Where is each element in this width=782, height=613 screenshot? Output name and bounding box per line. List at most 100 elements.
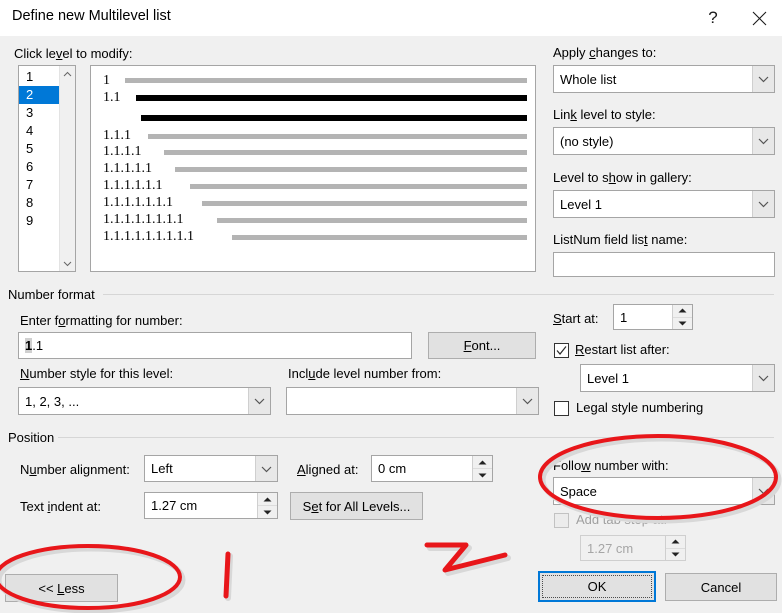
font-button[interactable]: Font... bbox=[428, 332, 536, 359]
number-alignment-label: Number alignment: bbox=[20, 462, 130, 477]
ok-button-label: OK bbox=[542, 575, 652, 598]
add-tab-stop-decrement-button[interactable] bbox=[666, 548, 685, 560]
include-level-label: Include level number from: bbox=[288, 366, 442, 381]
level-list-item-9[interactable]: 9 bbox=[19, 212, 59, 230]
chevron-down-icon bbox=[758, 76, 769, 83]
restart-list-arrow[interactable] bbox=[752, 365, 774, 391]
add-tab-stop-spin-buttons[interactable] bbox=[665, 536, 685, 560]
add-tab-stop-spinner[interactable]: 1.27 cm bbox=[580, 535, 686, 561]
level-list-item-2[interactable]: 2 bbox=[19, 86, 59, 104]
start-at-spin-buttons[interactable] bbox=[672, 305, 692, 329]
include-level-arrow[interactable] bbox=[516, 388, 538, 414]
preview-number-7: 1.1.1.1.1.1.1 bbox=[103, 195, 173, 210]
level-list-item-1[interactable]: 1 bbox=[19, 68, 59, 86]
close-x-icon bbox=[752, 11, 766, 25]
text-indent-spinner[interactable]: 1.27 cm bbox=[144, 492, 278, 519]
restart-list-checkbox[interactable] bbox=[554, 343, 569, 358]
number-alignment-arrow[interactable] bbox=[255, 456, 277, 481]
cancel-button[interactable]: Cancel bbox=[665, 573, 777, 601]
close-button[interactable] bbox=[736, 0, 782, 36]
help-button[interactable]: ? bbox=[690, 0, 736, 36]
level-list-item-8[interactable]: 8 bbox=[19, 194, 59, 212]
scroll-up-button[interactable] bbox=[63, 66, 72, 82]
listnum-input[interactable] bbox=[553, 252, 775, 277]
number-style-combo[interactable]: 1, 2, 3, ... bbox=[18, 387, 271, 415]
triangle-up-icon bbox=[678, 308, 687, 313]
preview-bar-8 bbox=[217, 218, 527, 223]
legal-style-checkbox[interactable] bbox=[554, 401, 569, 416]
number-format-group-title: Number format bbox=[8, 287, 101, 302]
preview-number-1: 1 bbox=[103, 73, 110, 88]
chevron-down-icon bbox=[758, 201, 769, 208]
number-alignment-combo[interactable]: Left bbox=[144, 455, 278, 482]
dialog-title: Define new Multilevel list bbox=[12, 8, 171, 24]
include-level-combo[interactable] bbox=[286, 387, 539, 415]
preview-number-6: 1.1.1.1.1.1 bbox=[103, 178, 163, 193]
text-indent-spin-buttons[interactable] bbox=[257, 493, 277, 518]
link-level-combo[interactable]: (no style) bbox=[553, 127, 775, 155]
restart-list-label: Restart list after: bbox=[575, 342, 670, 357]
scroll-down-button[interactable] bbox=[63, 255, 72, 271]
set-for-all-levels-button[interactable]: Set for All Levels... bbox=[290, 492, 423, 520]
gallery-level-arrow[interactable] bbox=[752, 191, 774, 217]
level-list-scrollbar[interactable] bbox=[59, 66, 75, 271]
click-level-label: Click level to modify: bbox=[14, 46, 133, 61]
chevron-down-icon bbox=[63, 261, 72, 266]
aligned-at-value: 0 cm bbox=[378, 461, 407, 476]
link-level-arrow[interactable] bbox=[752, 128, 774, 154]
enter-formatting-field-plain: .1 bbox=[32, 338, 44, 353]
listnum-label: ListNum field list name: bbox=[553, 232, 688, 247]
apply-changes-combo[interactable]: Whole list bbox=[553, 65, 775, 93]
restart-list-value: Level 1 bbox=[587, 370, 629, 386]
start-at-spinner[interactable]: 1 bbox=[613, 304, 693, 330]
preview-number-3: 1.1.1 bbox=[103, 128, 131, 143]
dialog-body: Click level to modify: 1 2 3 4 5 6 7 8 9 bbox=[0, 36, 782, 613]
preview-bar-5 bbox=[175, 167, 527, 172]
triangle-up-icon bbox=[263, 497, 272, 501]
follow-number-combo[interactable]: Space bbox=[553, 477, 775, 505]
add-tab-stop-checkbox[interactable] bbox=[554, 513, 569, 528]
link-level-value: (no style) bbox=[560, 133, 614, 149]
level-list-item-4[interactable]: 4 bbox=[19, 122, 59, 140]
level-list-item-3[interactable]: 3 bbox=[19, 104, 59, 122]
gallery-level-label: Level to show in gallery: bbox=[553, 170, 692, 185]
level-list-item-6[interactable]: 6 bbox=[19, 158, 59, 176]
level-list-item-7[interactable]: 7 bbox=[19, 176, 59, 194]
start-at-increment-button[interactable] bbox=[673, 305, 692, 318]
add-tab-stop-increment-button[interactable] bbox=[666, 536, 685, 549]
number-style-value: 1, 2, 3, ... bbox=[25, 393, 80, 409]
aligned-at-increment-button[interactable] bbox=[473, 456, 492, 469]
chevron-down-icon bbox=[254, 398, 265, 405]
enter-formatting-label: Enter formatting for number: bbox=[20, 313, 183, 328]
enter-formatting-input[interactable]: 1.1 bbox=[18, 332, 412, 359]
apply-changes-arrow[interactable] bbox=[752, 66, 774, 92]
number-style-arrow[interactable] bbox=[248, 388, 270, 414]
aligned-at-label: Aligned at: bbox=[297, 462, 359, 477]
start-at-decrement-button[interactable] bbox=[673, 317, 692, 329]
preview-bar-1 bbox=[125, 78, 527, 83]
chevron-down-icon bbox=[261, 466, 272, 472]
follow-number-label: Follow number with: bbox=[553, 458, 669, 473]
triangle-down-icon bbox=[478, 473, 487, 477]
preview-bar-2b bbox=[141, 115, 527, 121]
level-list[interactable]: 1 2 3 4 5 6 7 8 9 bbox=[18, 65, 76, 272]
ok-button[interactable]: OK bbox=[538, 571, 656, 602]
text-indent-decrement-button[interactable] bbox=[258, 506, 277, 518]
less-button[interactable]: << Less bbox=[5, 574, 118, 602]
aligned-at-spin-buttons[interactable] bbox=[472, 456, 492, 481]
triangle-down-icon bbox=[678, 321, 687, 326]
chevron-down-icon bbox=[522, 398, 533, 405]
preview-number-5: 1.1.1.1.1 bbox=[103, 161, 152, 176]
text-indent-label: Text indent at: bbox=[20, 499, 101, 514]
aligned-at-decrement-button[interactable] bbox=[473, 469, 492, 481]
aligned-at-spinner[interactable]: 0 cm bbox=[371, 455, 493, 482]
gallery-level-combo[interactable]: Level 1 bbox=[553, 190, 775, 218]
preview-bar-9 bbox=[232, 235, 527, 240]
level-list-item-5[interactable]: 5 bbox=[19, 140, 59, 158]
preview-number-4: 1.1.1.1 bbox=[103, 144, 142, 159]
text-indent-increment-button[interactable] bbox=[258, 493, 277, 506]
triangle-up-icon bbox=[478, 460, 487, 464]
follow-number-arrow[interactable] bbox=[752, 478, 774, 504]
restart-list-combo[interactable]: Level 1 bbox=[580, 364, 775, 392]
position-group-title: Position bbox=[8, 430, 61, 445]
